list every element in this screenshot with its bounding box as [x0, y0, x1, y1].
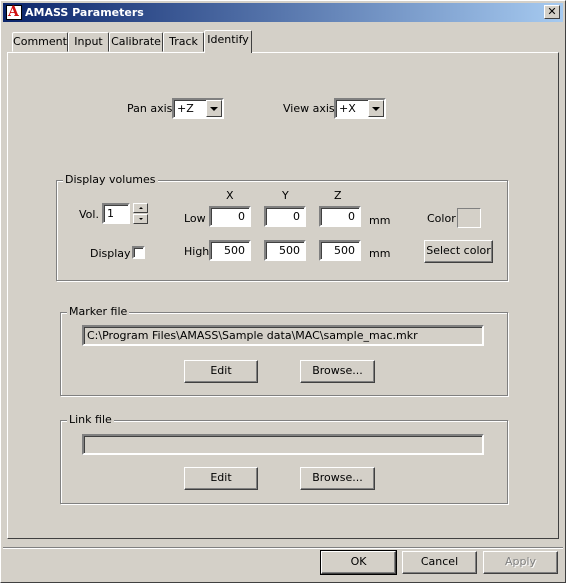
marker-browse-label: Browse... — [312, 364, 363, 377]
display-volumes-title: Display volumes — [63, 173, 158, 186]
low-z-value: 0 — [348, 210, 355, 223]
tab-identify[interactable]: Identify — [204, 30, 252, 53]
high-z-value: 500 — [334, 244, 355, 257]
vol-label: Vol. — [79, 208, 99, 221]
display-label: Display — [90, 247, 131, 260]
low-x-input[interactable]: 0 — [209, 206, 251, 227]
link-file-group: Link file — [60, 413, 508, 504]
view-axis-select[interactable]: +X — [334, 98, 386, 119]
cancel-label: Cancel — [420, 555, 459, 568]
link-file-path[interactable] — [82, 434, 484, 455]
low-y-input[interactable]: 0 — [264, 206, 306, 227]
link-browse-label: Browse... — [312, 471, 363, 484]
view-axis-label: View axis — [283, 102, 335, 115]
marker-file-path[interactable]: C:\Program Files\AMASS\Sample data\MAC\s… — [82, 325, 484, 346]
vol-spin-up[interactable] — [133, 203, 148, 213]
tab-comment[interactable]: Comment — [12, 32, 68, 52]
pan-axis-value: +Z — [177, 102, 194, 115]
select-color-label: Select color — [426, 244, 491, 257]
ok-button[interactable]: OK — [320, 550, 397, 575]
color-label: Color — [427, 212, 456, 225]
marker-file-path-text: C:\Program Files\AMASS\Sample data\MAC\s… — [87, 329, 418, 342]
tab-label: Comment — [13, 35, 67, 48]
marker-edit-button[interactable]: Edit — [184, 360, 258, 383]
low-unit-label: mm — [369, 214, 391, 227]
color-swatch — [457, 208, 481, 228]
low-label: Low — [184, 212, 206, 225]
col-y-header: Y — [282, 189, 289, 202]
pan-axis-label: Pan axis — [127, 102, 173, 115]
link-browse-button[interactable]: Browse... — [300, 467, 375, 490]
marker-edit-label: Edit — [210, 364, 232, 377]
tab-track[interactable]: Track — [163, 32, 204, 52]
dialog-window: A AMASS Parameters ✕ Comment Input Calib… — [0, 0, 566, 583]
pan-axis-select[interactable]: +Z — [172, 98, 224, 119]
link-file-title: Link file — [67, 413, 114, 426]
apply-label: Apply — [504, 555, 537, 568]
vol-value: 1 — [107, 207, 114, 220]
chevron-down-icon[interactable] — [368, 100, 384, 117]
tab-input[interactable]: Input — [68, 32, 109, 52]
apply-button[interactable]: Apply — [483, 551, 558, 574]
low-x-value: 0 — [238, 210, 245, 223]
high-x-input[interactable]: 500 — [209, 240, 251, 261]
high-unit-label: mm — [369, 247, 391, 260]
high-z-input[interactable]: 500 — [319, 240, 361, 261]
tab-label: Calibrate — [111, 35, 161, 48]
close-button[interactable]: ✕ — [544, 5, 560, 19]
select-color-button[interactable]: Select color — [424, 240, 493, 263]
link-edit-button[interactable]: Edit — [184, 467, 258, 490]
window-title: AMASS Parameters — [25, 6, 144, 19]
low-z-input[interactable]: 0 — [319, 206, 361, 227]
footer-separator — [3, 547, 563, 549]
tab-label: Input — [74, 35, 103, 48]
link-edit-label: Edit — [210, 471, 232, 484]
tab-label: Identify — [207, 33, 249, 46]
high-y-value: 500 — [279, 244, 300, 257]
ok-label: OK — [350, 555, 367, 568]
marker-file-title: Marker file — [67, 305, 130, 318]
tab-calibrate[interactable]: Calibrate — [109, 32, 163, 52]
vol-input[interactable]: 1 — [102, 203, 130, 224]
cancel-button[interactable]: Cancel — [402, 551, 477, 574]
chevron-down-icon[interactable] — [206, 100, 222, 117]
close-icon: ✕ — [547, 5, 557, 18]
title-bar[interactable]: A AMASS Parameters ✕ — [3, 3, 563, 22]
col-z-header: Z — [334, 189, 342, 202]
high-x-value: 500 — [224, 244, 245, 257]
high-y-input[interactable]: 500 — [264, 240, 306, 261]
vol-spin-down[interactable] — [133, 214, 148, 224]
display-checkbox[interactable] — [132, 246, 145, 259]
col-x-header: X — [226, 189, 234, 202]
view-axis-value: +X — [339, 102, 356, 115]
tab-label: Track — [169, 35, 198, 48]
low-y-value: 0 — [293, 210, 300, 223]
marker-browse-button[interactable]: Browse... — [300, 360, 375, 383]
app-icon: A — [6, 4, 22, 20]
high-label: High — [184, 245, 210, 258]
